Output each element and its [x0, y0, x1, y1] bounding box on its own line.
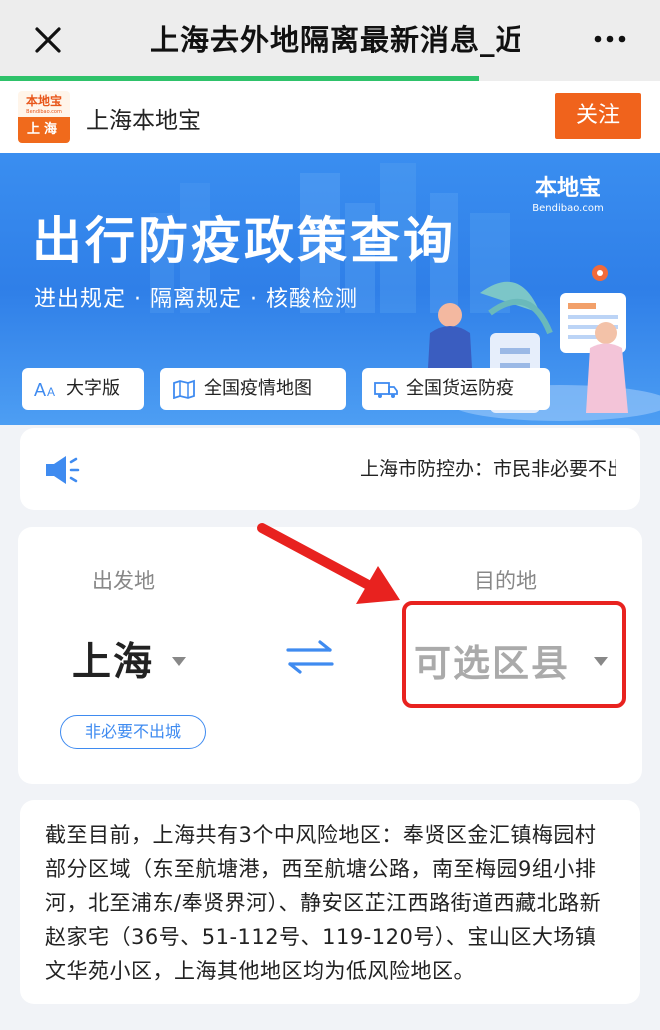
logo-bottom-text: 上海: [18, 117, 70, 143]
account-name[interactable]: 上海本地宝: [86, 101, 201, 135]
risk-info-card: 截至目前，上海共有3个中风险地区：奉贤区金汇镇梅园村部分区域（东至航塘港，西至航…: [20, 800, 640, 1004]
freight-label: 全国货运防疫: [406, 378, 514, 399]
svg-text:A: A: [47, 385, 55, 399]
departure-caret-icon[interactable]: [172, 657, 186, 666]
large-font-label: 大字版: [66, 378, 120, 399]
follow-button[interactable]: 关注: [555, 93, 641, 139]
large-font-button[interactable]: A A 大字版: [22, 368, 144, 410]
travel-advice-tag: 非必要不出城: [60, 715, 206, 749]
departure-select[interactable]: 上海: [72, 631, 154, 687]
notice-card[interactable]: 上海市防控办：市民非必要不出城: [20, 428, 640, 510]
page-title: 上海去外地隔离最新消息_近: [150, 23, 520, 57]
font-size-icon: A A: [34, 380, 55, 399]
map-icon: [173, 379, 195, 399]
nav-bar: 上海去外地隔离最新消息_近: [0, 0, 660, 78]
truck-icon: [374, 382, 398, 398]
banner-logo-main: 本地宝: [534, 176, 601, 201]
swap-icon[interactable]: [284, 637, 336, 677]
risk-info-text: 截至目前，上海共有3个中风险地区：奉贤区金汇镇梅园村部分区域（东至航塘港，西至航…: [45, 823, 602, 983]
notice-marquee-text: 上海市防控办：市民非必要不出城: [360, 458, 616, 480]
logo-sub-text: Bendibao.com: [26, 109, 62, 115]
destination-caret-icon[interactable]: [594, 657, 608, 666]
epidemic-map-button[interactable]: 全国疫情地图: [160, 368, 346, 410]
route-card: 出发地 目的地 上海 可选区县 非必要不出城: [18, 527, 642, 784]
freight-button[interactable]: 全国货运防疫: [362, 368, 550, 410]
departure-label: 出发地: [92, 569, 155, 593]
destination-select[interactable]: 可选区县: [414, 633, 570, 687]
more-options-icon[interactable]: [590, 24, 630, 54]
speaker-icon: [46, 456, 80, 484]
banner-logo-sub: Bendibao.com: [532, 203, 604, 214]
close-icon[interactable]: [28, 20, 68, 60]
banner-logo: 本地宝 Bendibao.com: [520, 175, 616, 221]
account-logo[interactable]: 本地宝 Bendibao.com 上海: [18, 91, 70, 143]
banner-subtitle: 进出规定 · 隔离规定 · 核酸检测: [34, 287, 358, 312]
svg-text:A: A: [34, 380, 46, 399]
banner-title: 出行防疫政策查询: [32, 212, 456, 270]
destination-label: 目的地: [474, 569, 537, 593]
epidemic-map-label: 全国疫情地图: [204, 378, 312, 399]
